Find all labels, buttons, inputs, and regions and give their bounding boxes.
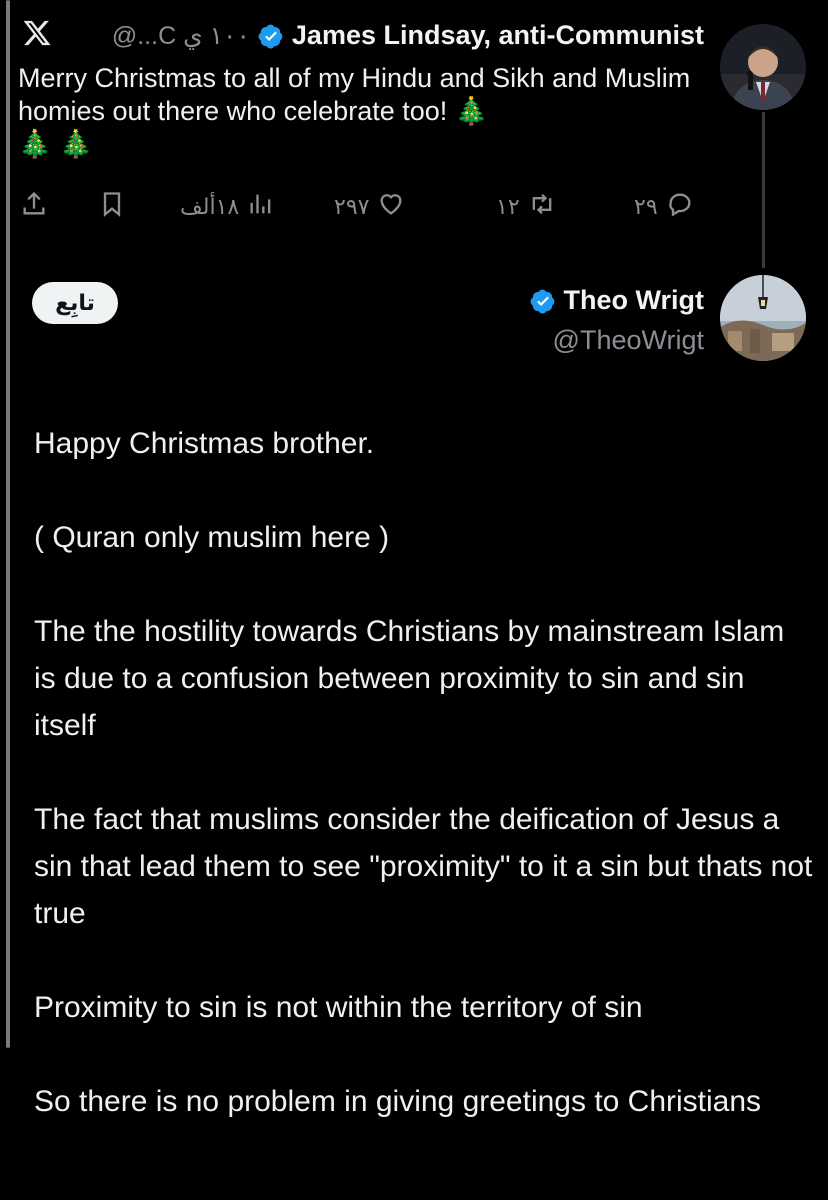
like-count: ٢٩٧	[334, 194, 370, 219]
reply-paragraph: The fact that muslims consider the deifi…	[34, 803, 813, 930]
author-avatar[interactable]	[720, 24, 806, 110]
tweet-body: Merry Christmas to all of my Hindu and S…	[18, 63, 691, 126]
reply-text: Happy Christmas brother. ( Quran only mu…	[34, 420, 814, 1125]
like-button[interactable]: ٢٩٧	[334, 190, 405, 224]
x-logo-icon	[22, 18, 54, 50]
reply-icon	[666, 190, 694, 224]
verified-badge-icon	[258, 23, 284, 49]
reply-button[interactable]: ٢٩	[634, 190, 694, 224]
reply-paragraph: Happy Christmas brother.	[34, 427, 375, 460]
tweet-header: ١٠٠ ي C...@ James Lindsay, anti-Communis…	[112, 20, 704, 51]
verified-badge-icon	[530, 288, 556, 314]
author-name[interactable]: James Lindsay, anti-Communist	[292, 20, 704, 51]
reply-paragraph: The the hostility towards Christians by …	[34, 615, 785, 742]
share-icon	[20, 190, 48, 224]
reply-count: ٢٩	[634, 194, 658, 219]
reply-author-handle[interactable]: @TheoWrigt	[553, 325, 704, 356]
tweet-text: Merry Christmas to all of my Hindu and S…	[18, 62, 708, 161]
share-button[interactable]	[20, 190, 48, 224]
retweet-count: ١٢	[496, 194, 520, 219]
reply-author-avatar[interactable]	[720, 275, 806, 361]
thread-connector-line	[762, 112, 765, 268]
follow-button[interactable]: تابِع	[32, 282, 118, 324]
bookmark-icon	[98, 190, 126, 224]
tweet-actions: ١٨ألف ٢٩٧ ١٢ ٢٩	[0, 190, 720, 234]
reply-paragraph: So there is no problem in giving greetin…	[34, 1085, 762, 1118]
reply-header: Theo Wrigt	[530, 285, 704, 316]
views-stat[interactable]: ١٨ألف	[180, 190, 275, 224]
views-count: ١٨ألف	[180, 194, 240, 219]
author-handle-time[interactable]: ١٠٠ ي C...@	[112, 21, 250, 51]
bookmark-button[interactable]	[98, 190, 126, 224]
reply-author-name[interactable]: Theo Wrigt	[564, 285, 704, 316]
retweet-icon	[528, 190, 556, 224]
quoted-tweet: ١٠٠ ي C...@ James Lindsay, anti-Communis…	[0, 0, 828, 268]
tweet-emoji-line: 🎄 🎄	[18, 129, 93, 159]
retweet-button[interactable]: ١٢	[496, 190, 556, 224]
heart-icon	[377, 190, 405, 224]
reply-paragraph: ( Quran only muslim here )	[34, 521, 390, 554]
analytics-icon	[247, 190, 275, 224]
reply-paragraph: Proximity to sin is not within the terri…	[34, 991, 643, 1024]
